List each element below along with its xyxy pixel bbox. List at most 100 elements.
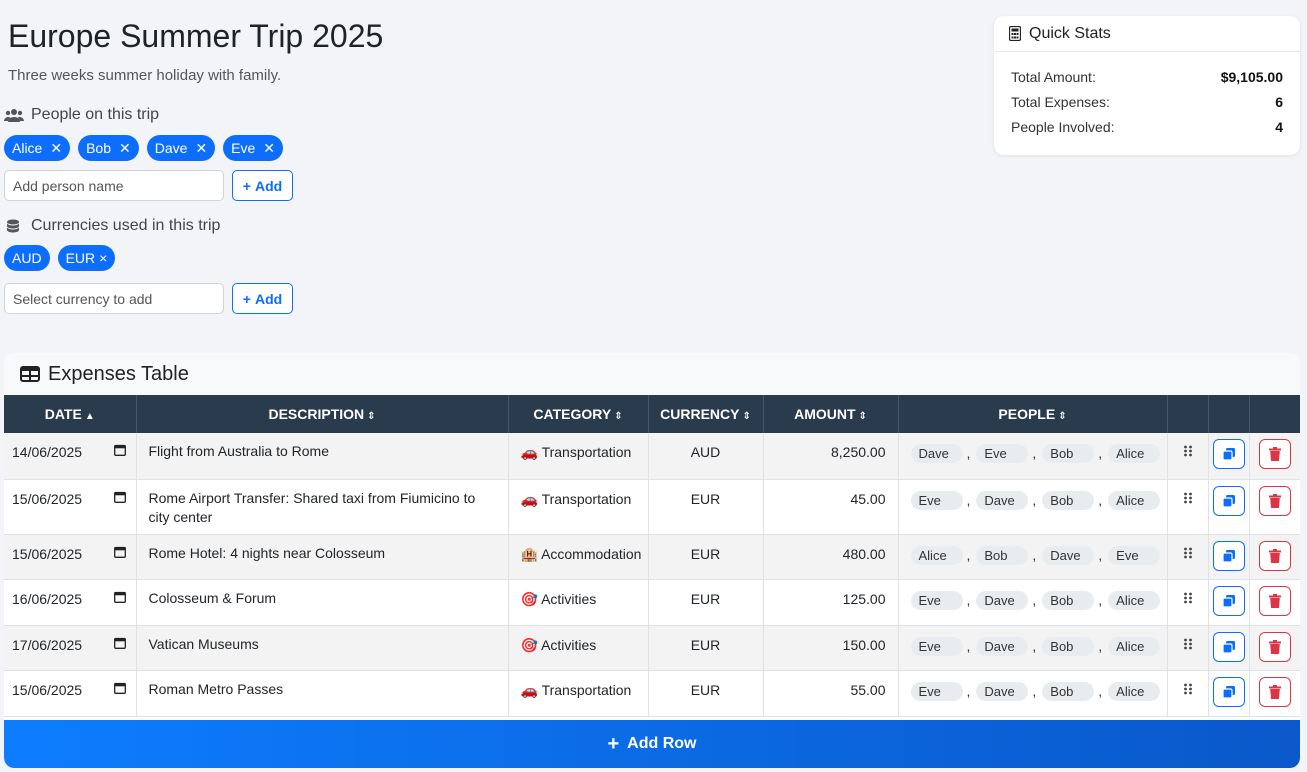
person-tag[interactable]: Bob [1042, 590, 1095, 610]
amount-cell[interactable]: 55.00 [763, 670, 899, 717]
amount-cell[interactable]: 8,250.00 [763, 433, 899, 480]
delete-row-button[interactable] [1258, 585, 1291, 616]
person-tag[interactable]: Dave [1042, 545, 1095, 565]
drag-handle[interactable] [1167, 433, 1209, 480]
calendar-icon[interactable] [113, 591, 126, 603]
person-tag[interactable]: Bob [1042, 490, 1095, 510]
drag-handle[interactable] [1167, 579, 1209, 626]
remove-person-icon[interactable]: ✕ [50, 141, 62, 155]
description-cell[interactable]: Roman Metro Passes [136, 670, 509, 717]
person-tag[interactable]: Bob [976, 545, 1029, 565]
add-person-button[interactable]: + Add [232, 170, 293, 201]
calendar-icon[interactable] [113, 637, 126, 649]
drag-handle[interactable] [1167, 479, 1209, 535]
calendar-icon[interactable] [113, 444, 126, 456]
category-cell[interactable]: 🎯 Activities [508, 579, 649, 626]
description-cell[interactable]: Flight from Australia to Rome [136, 433, 509, 480]
person-tag[interactable]: Bob [1042, 681, 1095, 701]
delete-row-button[interactable] [1258, 485, 1291, 516]
delete-row-button[interactable] [1258, 631, 1291, 662]
person-tag[interactable]: Bob [1042, 444, 1095, 463]
amount-cell[interactable]: 45.00 [763, 479, 899, 535]
drag-handle[interactable] [1167, 670, 1209, 717]
date-cell[interactable]: 15/06/2025 [4, 479, 137, 535]
currency-cell[interactable]: EUR [648, 579, 764, 626]
people-cell[interactable]: Eve, Dave, Bob, Alice [898, 670, 1168, 717]
currency-select-input[interactable] [4, 283, 224, 314]
calendar-icon[interactable] [113, 682, 126, 694]
person-tag[interactable]: Alice [1108, 490, 1161, 510]
calendar-icon[interactable] [113, 546, 126, 558]
person-tag[interactable]: Eve [910, 490, 963, 510]
description-cell[interactable]: Colosseum & Forum [136, 579, 509, 626]
currency-cell[interactable]: AUD [648, 433, 764, 480]
date-cell[interactable]: 15/06/2025 [4, 670, 137, 717]
people-cell[interactable]: Alice, Bob, Dave, Eve [898, 534, 1168, 580]
date-cell[interactable]: 16/06/2025 [4, 579, 137, 626]
delete-row-button[interactable] [1258, 676, 1291, 707]
category-cell[interactable]: 🚗 Transportation [508, 479, 649, 535]
people-cell[interactable]: Eve, Dave, Bob, Alice [898, 625, 1168, 671]
person-tag[interactable]: Eve [976, 444, 1029, 463]
person-tag[interactable]: Dave [976, 590, 1029, 610]
person-tag[interactable]: Dave [976, 681, 1029, 701]
person-tag[interactable]: Dave [910, 444, 963, 463]
remove-person-icon[interactable]: ✕ [119, 141, 131, 155]
header-currency[interactable]: CURRENCY ⇕ [648, 395, 764, 433]
person-tag[interactable]: Alice [1108, 681, 1161, 701]
amount-cell[interactable]: 150.00 [763, 625, 899, 671]
header-date[interactable]: DATE ▲ [4, 395, 137, 433]
drag-handle[interactable] [1167, 625, 1209, 671]
header-description[interactable]: DESCRIPTION ⇕ [136, 395, 509, 433]
add-row-button[interactable]: + Add Row [4, 720, 1300, 768]
category-cell[interactable]: 🎯 Activities [508, 625, 649, 671]
amount-cell[interactable]: 125.00 [763, 579, 899, 626]
category-cell[interactable]: 🚗 Transportation [508, 670, 649, 717]
duplicate-row-button[interactable] [1212, 631, 1245, 662]
currency-cell[interactable]: EUR [648, 670, 764, 717]
person-tag[interactable]: Alice [910, 545, 963, 565]
currency-cell[interactable]: EUR [648, 625, 764, 671]
delete-row-button[interactable] [1258, 540, 1291, 571]
duplicate-row-button[interactable] [1212, 540, 1245, 571]
amount-cell[interactable]: 480.00 [763, 534, 899, 580]
person-tag[interactable]: Dave [976, 636, 1029, 656]
remove-person-icon[interactable]: ✕ [195, 141, 207, 155]
person-tag[interactable]: Alice [1108, 444, 1161, 463]
currency-cell[interactable]: EUR [648, 479, 764, 535]
person-tag[interactable]: Eve [1108, 545, 1161, 565]
date-cell[interactable]: 14/06/2025 [4, 433, 137, 480]
people-cell[interactable]: Dave, Eve, Bob, Alice [898, 433, 1168, 480]
category-cell[interactable]: 🏨 Accommodation [508, 534, 649, 580]
header-people[interactable]: PEOPLE ⇕ [898, 395, 1168, 433]
description-cell[interactable]: Rome Airport Transfer: Shared taxi from … [136, 479, 509, 535]
currency-cell[interactable]: EUR [648, 534, 764, 580]
person-tag[interactable]: Eve [910, 590, 963, 610]
calendar-icon[interactable] [113, 491, 126, 503]
person-tag[interactable]: Alice [1108, 590, 1161, 610]
duplicate-row-button[interactable] [1212, 439, 1245, 469]
person-tag[interactable]: Alice [1108, 636, 1161, 656]
person-tag[interactable]: Dave [976, 490, 1029, 510]
remove-currency-icon[interactable]: × [99, 251, 107, 265]
people-cell[interactable]: Eve, Dave, Bob, Alice [898, 479, 1168, 535]
description-cell[interactable]: Vatican Museums [136, 625, 509, 671]
person-tag[interactable]: Eve [910, 636, 963, 656]
header-category[interactable]: CATEGORY ⇕ [508, 395, 649, 433]
header-amount[interactable]: AMOUNT ⇕ [763, 395, 899, 433]
duplicate-row-button[interactable] [1212, 485, 1245, 516]
date-cell[interactable]: 15/06/2025 [4, 534, 137, 580]
people-cell[interactable]: Eve, Dave, Bob, Alice [898, 579, 1168, 626]
add-currency-button[interactable]: + Add [232, 283, 293, 314]
person-name-input[interactable] [4, 170, 224, 201]
drag-handle[interactable] [1167, 534, 1209, 580]
delete-row-button[interactable] [1258, 439, 1291, 469]
person-tag[interactable]: Bob [1042, 636, 1095, 656]
description-cell[interactable]: Rome Hotel: 4 nights near Colosseum [136, 534, 509, 580]
category-cell[interactable]: 🚗 Transportation [508, 433, 649, 480]
duplicate-row-button[interactable] [1212, 676, 1245, 707]
duplicate-row-button[interactable] [1212, 585, 1245, 616]
person-tag[interactable]: Eve [910, 681, 963, 701]
remove-person-icon[interactable]: ✕ [263, 141, 275, 155]
date-cell[interactable]: 17/06/2025 [4, 625, 137, 671]
